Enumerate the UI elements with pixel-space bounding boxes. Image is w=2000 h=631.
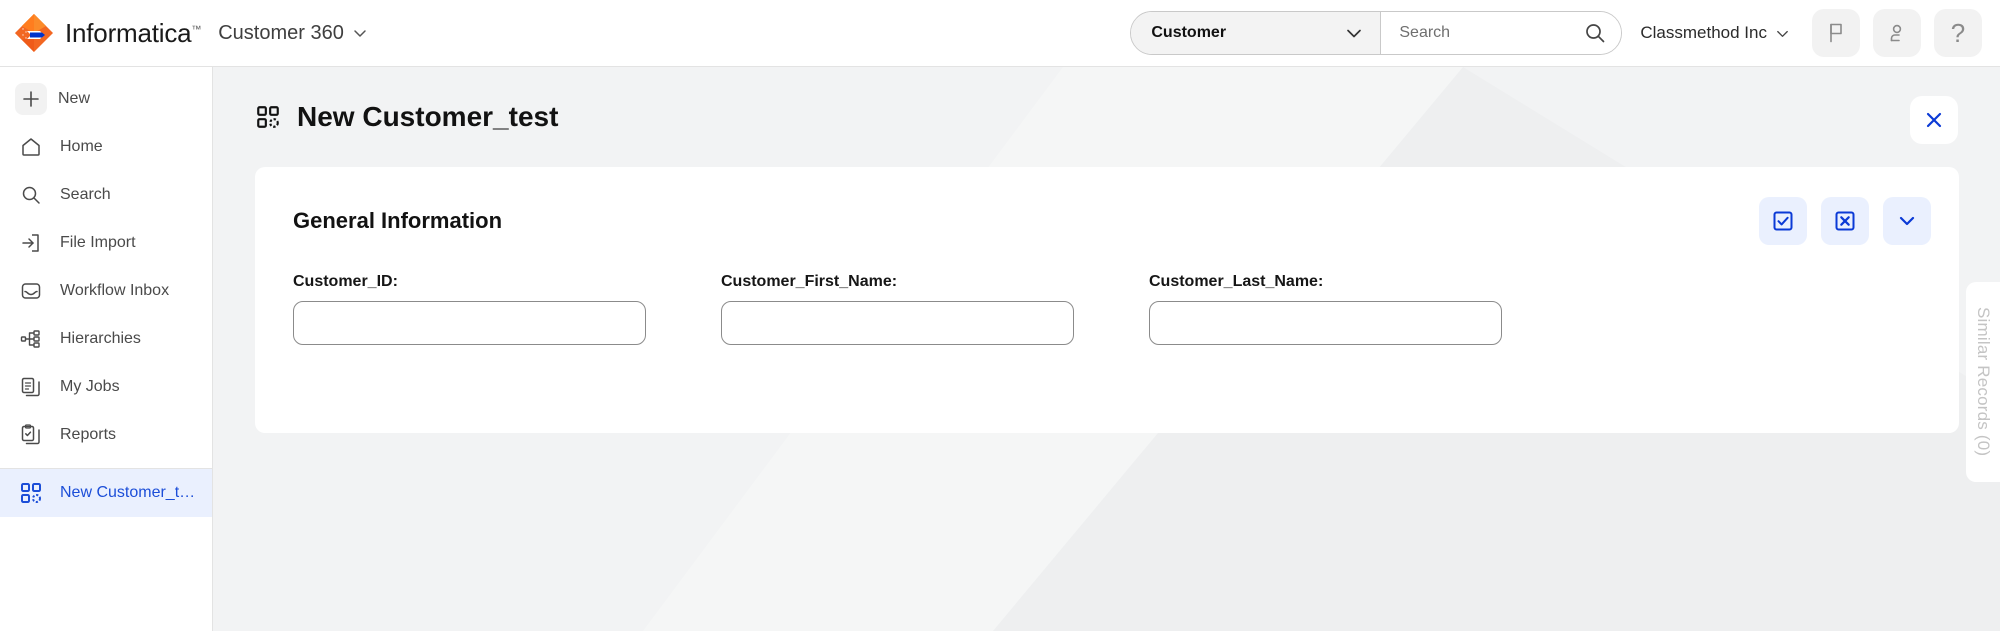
global-search-field xyxy=(1381,12,1622,54)
sidebar-item-my-jobs[interactable]: My Jobs xyxy=(0,363,212,411)
user-icon xyxy=(1890,24,1902,42)
field-customer-id: Customer_ID: xyxy=(293,273,646,345)
checkbox-check-icon xyxy=(1773,211,1793,231)
header-action-buttons: ? xyxy=(1812,9,2000,57)
similar-records-tab[interactable]: Similar Records (0) xyxy=(1966,282,2000,482)
sidebar-item-home[interactable]: Home xyxy=(0,123,212,171)
form-fields: Customer_ID: Customer_First_Name: Custom… xyxy=(255,245,1959,345)
collapse-button[interactable] xyxy=(1883,197,1931,245)
user-profile-button[interactable] xyxy=(1873,9,1921,57)
brand[interactable]: Informatica™ Customer 360 xyxy=(0,13,368,53)
card-title: General Information xyxy=(293,208,503,233)
informatica-logo-icon xyxy=(15,14,53,52)
entity-type-select[interactable]: Customer xyxy=(1131,12,1382,54)
sidebar: New Home Search File Import Workflow Inb… xyxy=(0,67,213,631)
main-content: New Customer_test General Information Cu… xyxy=(213,67,2000,631)
page-title-text: New Customer_test xyxy=(297,101,559,132)
sidebar-item-label: File Import xyxy=(60,234,136,251)
plus-icon xyxy=(15,83,47,115)
sidebar-item-label: Hierarchies xyxy=(60,330,141,347)
help-icon: ? xyxy=(1950,18,1966,48)
field-label: Customer_First_Name: xyxy=(721,273,898,290)
sidebar-item-reports[interactable]: Reports xyxy=(0,411,212,459)
record-grid-icon xyxy=(18,480,44,506)
chevron-down-icon xyxy=(1899,216,1915,226)
sidebar-item-label: Home xyxy=(60,138,103,155)
sidebar-item-label: My Jobs xyxy=(60,378,120,395)
sidebar-item-search[interactable]: Search xyxy=(0,171,212,219)
card-header: General Information xyxy=(255,167,1959,245)
sidebar-item-hierarchies[interactable]: Hierarchies xyxy=(0,315,212,363)
sidebar-item-workflow-inbox[interactable]: Workflow Inbox xyxy=(0,267,212,315)
customer-first-name-input[interactable] xyxy=(721,301,1074,345)
app-name-label: Customer 360 xyxy=(218,21,344,44)
field-label: Customer_ID: xyxy=(293,273,398,290)
chevron-down-icon xyxy=(1347,29,1362,38)
tenant-selector[interactable]: Classmethod Inc xyxy=(1640,23,1790,43)
chevron-down-icon xyxy=(354,30,366,37)
top-header: Informatica™ Customer 360 Customer Searc… xyxy=(0,0,2000,67)
help-button[interactable]: ? xyxy=(1934,9,1982,57)
field-customer-first-name: Customer_First_Name: xyxy=(721,273,1074,345)
sidebar-item-label: Reports xyxy=(60,426,117,443)
flag-button[interactable] xyxy=(1812,9,1860,57)
close-icon xyxy=(1926,112,1942,128)
sidebar-item-label: Search xyxy=(60,186,111,203)
page-title: New Customer_test xyxy=(255,101,558,133)
chevron-down-icon xyxy=(1777,30,1788,37)
close-record-button[interactable] xyxy=(1910,96,1958,144)
trademark-symbol: ™ xyxy=(191,23,202,35)
box-x-icon xyxy=(1835,211,1855,231)
sidebar-item-new[interactable]: New xyxy=(0,75,212,123)
search-icon xyxy=(18,182,44,208)
general-information-card: General Information Customer_ID: Custome… xyxy=(255,167,1959,433)
clipboard-check-icon xyxy=(18,422,44,448)
field-customer-last-name: Customer_Last_Name: xyxy=(1149,273,1502,345)
customer-last-name-input[interactable] xyxy=(1149,301,1502,345)
cancel-button[interactable] xyxy=(1821,197,1869,245)
brand-name-text: Informatica xyxy=(65,17,192,48)
sidebar-item-label: New Customer_t… xyxy=(60,484,196,501)
documents-icon xyxy=(18,374,44,400)
save-button[interactable] xyxy=(1759,197,1807,245)
sidebar-item-file-import[interactable]: File Import xyxy=(0,219,212,267)
global-search-group: Customer xyxy=(1130,11,1623,55)
app-root: Informatica™ Customer 360 Customer Searc… xyxy=(0,0,2000,631)
file-import-icon xyxy=(18,230,44,256)
flag-icon xyxy=(1830,23,1842,43)
similar-records-label: Similar Records (0) xyxy=(1974,307,1993,457)
record-grid-icon xyxy=(257,106,279,128)
home-icon xyxy=(18,134,44,160)
tenant-name: Classmethod Inc xyxy=(1640,23,1767,42)
sidebar-item-label: New xyxy=(58,90,91,107)
brand-name: Informatica™ xyxy=(65,18,201,49)
page-header: New Customer_test xyxy=(213,67,2000,167)
field-label: Customer_Last_Name: xyxy=(1149,273,1324,290)
inbox-icon xyxy=(18,278,44,304)
sidebar-item-label: Workflow Inbox xyxy=(60,282,170,299)
hierarchy-icon xyxy=(18,326,44,352)
card-actions xyxy=(1759,197,1931,245)
search-icon[interactable] xyxy=(1583,21,1607,45)
entity-type-value: Customer xyxy=(1151,24,1227,41)
app-name[interactable]: Customer 360 xyxy=(218,22,368,45)
customer-id-input[interactable] xyxy=(293,301,646,345)
search-input[interactable] xyxy=(1399,24,1580,42)
sidebar-item-new-customer-test[interactable]: New Customer_t… xyxy=(0,469,212,517)
